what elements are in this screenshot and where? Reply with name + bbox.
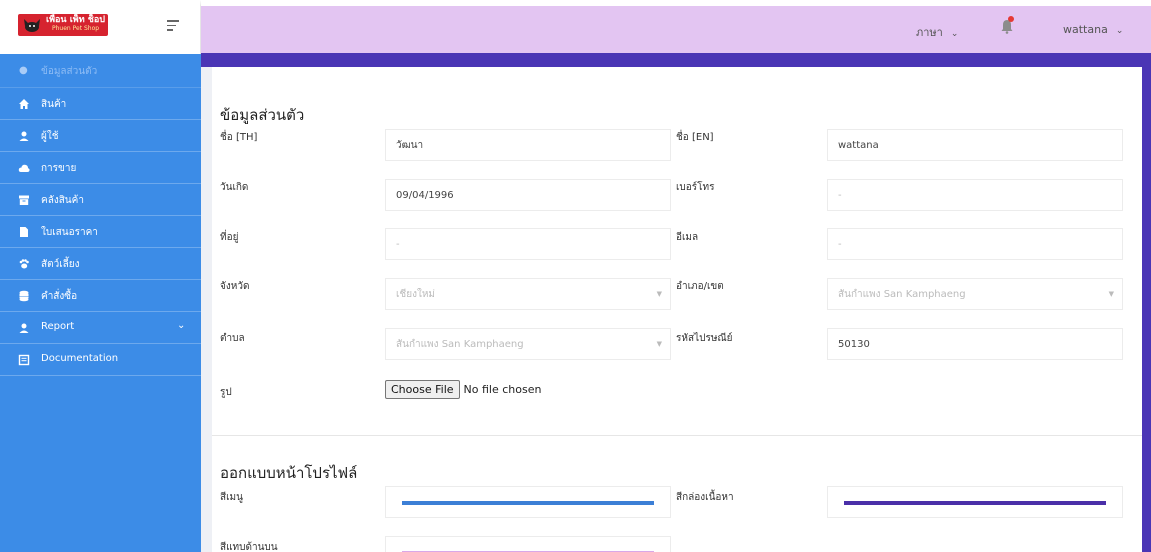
database-icon	[19, 290, 29, 302]
file-icon	[20, 227, 28, 237]
section-title-profile: ข้อมูลส่วนตัว	[220, 106, 305, 124]
phone-label: เบอร์โทร	[676, 182, 715, 193]
sidebar-item-label: การขาย	[41, 163, 77, 174]
cloud-icon	[18, 164, 30, 172]
postcode-value: 50130	[838, 338, 870, 350]
user-icon: ●	[19, 65, 28, 76]
sidebar-item-label: สินค้า	[41, 99, 67, 110]
profile-card: ข้อมูลส่วนตัว ชื่อ [TH] วัฒนา ชื่อ [EN] …	[212, 67, 1142, 552]
name-en-label: ชื่อ [EN]	[676, 132, 714, 143]
birthday-value: 09/04/1996	[396, 189, 454, 201]
choose-file-button[interactable]: Choose File	[385, 380, 460, 399]
username: wattana	[1063, 23, 1108, 36]
sidebar: เพื่อน เพ็ท ช็อป Phuen Pet Shop ● ข้อมูล…	[0, 0, 201, 552]
district-select[interactable]: สันกำแพง San Kamphaeng ▼	[827, 278, 1123, 310]
menu-color-swatch	[402, 501, 654, 505]
user-icon	[19, 131, 29, 141]
right-edge-band	[1142, 53, 1151, 552]
brand-header: เพื่อน เพ็ท ช็อป Phuen Pet Shop	[0, 0, 201, 54]
name-en-field[interactable]: wattana	[827, 129, 1123, 161]
select-arrow-icon: ▼	[1108, 290, 1114, 298]
section-divider	[212, 435, 1142, 436]
select-arrow-icon: ▼	[656, 290, 662, 298]
postcode-field[interactable]: 50130	[827, 328, 1123, 360]
name-th-value: วัฒนา	[396, 139, 424, 151]
notification-badge	[1008, 16, 1014, 22]
paw-icon	[19, 259, 29, 269]
photo-file-input[interactable]: Choose File No file chosen	[385, 380, 541, 399]
dog-logo-icon	[24, 19, 40, 32]
chevron-down-icon: ⌄	[1115, 26, 1124, 36]
province-label: จังหวัด	[220, 281, 250, 292]
sidebar-item-label: ผู้ใช้	[41, 131, 59, 142]
subdistrict-label: ตำบล	[220, 333, 245, 344]
logo[interactable]: เพื่อน เพ็ท ช็อป Phuen Pet Shop	[18, 14, 108, 36]
file-status: No file chosen	[463, 383, 542, 396]
birthday-label: วันเกิด	[220, 182, 249, 193]
subdistrict-select[interactable]: สันกำแพง San Kamphaeng ▼	[385, 328, 671, 360]
sidebar-item-sales[interactable]: การขาย	[0, 152, 201, 184]
home-icon	[19, 99, 29, 109]
phone-field[interactable]: -	[827, 179, 1123, 211]
sidebar-item-users[interactable]: ผู้ใช้	[0, 120, 201, 152]
sidebar-item-orders[interactable]: คำสั่งซื้อ	[0, 280, 201, 312]
archive-icon	[19, 195, 29, 205]
name-en-value: wattana	[838, 139, 879, 151]
header-band	[201, 53, 1151, 67]
birthday-field[interactable]: 09/04/1996	[385, 179, 671, 211]
sidebar-item-label: Documentation	[41, 353, 119, 364]
content-color-swatch	[844, 501, 1106, 505]
province-select[interactable]: เชียงใหม่ ▼	[385, 278, 671, 310]
sidebar-item-label: คลังสินค้า	[41, 195, 84, 206]
sidebar-item-label: Report	[41, 321, 75, 332]
content-gutter	[201, 67, 212, 552]
province-value: เชียงใหม่	[396, 288, 436, 300]
district-value: สันกำแพง San Kamphaeng	[838, 288, 966, 300]
subdistrict-value: สันกำแพง San Kamphaeng	[396, 338, 524, 350]
logo-subtext: Phuen Pet Shop	[52, 25, 100, 32]
top-color-label: สีแทบด้านบน	[220, 542, 278, 552]
name-th-label: ชื่อ [TH]	[220, 132, 258, 143]
postcode-label: รหัสไปรษณีย์	[676, 333, 733, 344]
sidebar-item-quotation[interactable]: ใบเสนอราคา	[0, 216, 201, 248]
sidebar-item-documentation[interactable]: Documentation	[0, 344, 201, 376]
district-label: อำเภอ/เขต	[676, 281, 724, 292]
email-label: อีเมล	[676, 232, 699, 243]
content-color-picker[interactable]	[827, 486, 1123, 518]
sidebar-item-label: ใบเสนอราคา	[41, 227, 98, 238]
address-value: -	[396, 238, 400, 250]
sidebar-item-report[interactable]: Report ⌄	[0, 312, 201, 344]
sidebar-item-pets[interactable]: สัตว์เลี้ยง	[0, 248, 201, 280]
menu-color-picker[interactable]	[385, 486, 671, 518]
sidebar-item-label: ข้อมูลส่วนตัว	[41, 66, 98, 77]
sidebar-item-label: สัตว์เลี้ยง	[41, 259, 80, 270]
email-value: -	[838, 238, 842, 250]
menu-toggle-icon[interactable]	[167, 20, 179, 32]
address-label: ที่อยู่	[220, 232, 239, 243]
photo-label: รูป	[220, 387, 232, 398]
sidebar-item-profile[interactable]: ● ข้อมูลส่วนตัว	[0, 54, 201, 88]
section-title-design: ออกแบบหน้าโปรไฟล์	[220, 464, 358, 482]
content-color-label: สีกล่องเนื้อหา	[676, 492, 734, 503]
language-dropdown[interactable]: ภาษา ⌄	[916, 23, 958, 41]
address-field[interactable]: -	[385, 228, 671, 260]
menu-color-label: สีเมนู	[220, 492, 243, 503]
name-th-field[interactable]: วัฒนา	[385, 129, 671, 161]
top-color-picker[interactable]	[385, 536, 671, 552]
select-arrow-icon: ▼	[656, 340, 662, 348]
language-label: ภาษา	[916, 26, 943, 39]
sidebar-item-products[interactable]: สินค้า	[0, 88, 201, 120]
book-icon	[18, 354, 30, 366]
user-menu[interactable]: wattana ⌄	[1063, 23, 1123, 36]
top-bar: ภาษา ⌄ wattana ⌄	[201, 6, 1151, 53]
user-icon	[19, 323, 29, 333]
chevron-down-icon: ⌄	[177, 320, 186, 331]
email-field[interactable]: -	[827, 228, 1123, 260]
sidebar-item-inventory[interactable]: คลังสินค้า	[0, 184, 201, 216]
phone-value: -	[838, 189, 842, 201]
sidebar-item-label: คำสั่งซื้อ	[41, 291, 78, 302]
chevron-down-icon: ⌄	[950, 29, 959, 39]
